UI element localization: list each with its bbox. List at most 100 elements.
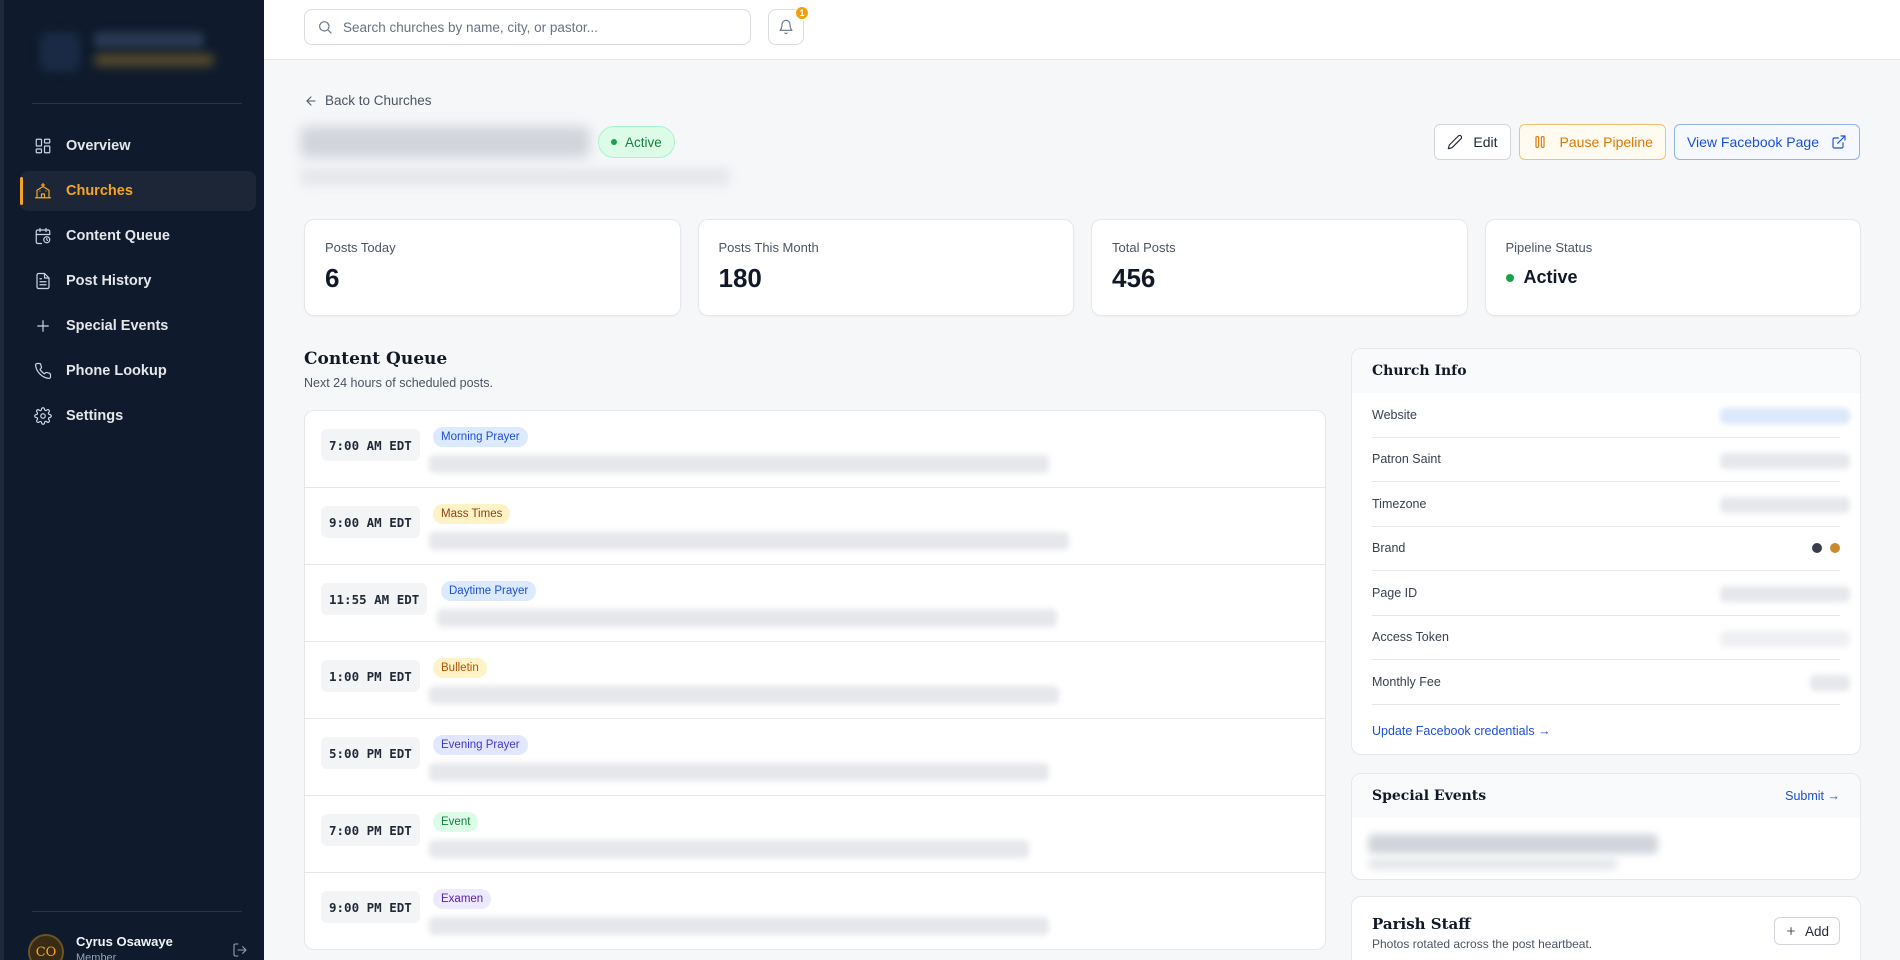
sidebar-item-overview[interactable]: Overview bbox=[20, 126, 256, 166]
document-icon bbox=[34, 272, 52, 290]
card-subtitle: Photos rotated across the post heartbeat… bbox=[1372, 937, 1593, 951]
queue-item[interactable]: 7:00 PM EDT Event bbox=[305, 796, 1325, 873]
user-profile[interactable]: CO Cyrus Osawaye Member bbox=[28, 930, 248, 960]
external-link-icon bbox=[1832, 135, 1846, 149]
stat-posts-today: Posts Today 6 bbox=[304, 219, 681, 316]
user-name: Cyrus Osawaye bbox=[76, 934, 173, 949]
info-label: Patron Saint bbox=[1372, 452, 1441, 467]
back-link[interactable]: Back to Churches bbox=[304, 93, 432, 108]
sidebar-item-settings[interactable]: Settings bbox=[20, 396, 256, 436]
info-label: Page ID bbox=[1372, 585, 1418, 600]
pause-icon bbox=[1534, 136, 1545, 148]
queue-item[interactable]: 11:55 AM EDT Daytime Prayer bbox=[305, 565, 1325, 642]
church-info-card: Church Info Website Patron Saint Timezon… bbox=[1351, 348, 1861, 755]
sidebar-item-label: Content Queue bbox=[66, 228, 170, 244]
event-subtext-redacted bbox=[1368, 858, 1618, 870]
content-queue-title: Content Queue bbox=[304, 349, 448, 369]
info-label: Monthly Fee bbox=[1372, 674, 1441, 689]
queue-tag: Morning Prayer bbox=[433, 427, 528, 447]
queue-time: 11:55 AM EDT bbox=[321, 583, 428, 615]
submit-link[interactable]: Submit → bbox=[1785, 789, 1840, 803]
search-input[interactable] bbox=[343, 19, 743, 35]
info-value-redacted bbox=[1720, 586, 1850, 602]
bell-icon bbox=[779, 19, 793, 35]
avatar: CO bbox=[28, 934, 64, 960]
queue-item[interactable]: 9:00 AM EDT Mass Times bbox=[305, 488, 1325, 565]
info-label: Access Token bbox=[1372, 630, 1449, 645]
church-icon bbox=[34, 182, 52, 200]
notifications-button[interactable]: 1 bbox=[768, 5, 810, 45]
plus-icon bbox=[34, 317, 52, 335]
app-logo[interactable] bbox=[40, 22, 220, 84]
sidebar-item-label: Special Events bbox=[66, 318, 169, 334]
event-text-redacted bbox=[1368, 834, 1658, 854]
stats-row: Posts Today 6 Posts This Month 180 Total… bbox=[304, 219, 1861, 316]
info-value-redacted bbox=[1720, 630, 1850, 647]
phone-icon bbox=[34, 362, 52, 380]
sidebar-item-label: Phone Lookup bbox=[66, 363, 167, 379]
pause-pipeline-button[interactable]: Pause Pipeline bbox=[1518, 124, 1666, 160]
sidebar-item-post-history[interactable]: Post History bbox=[20, 261, 256, 301]
queue-time: 1:00 PM EDT bbox=[321, 660, 420, 692]
queue-tag: Daytime Prayer bbox=[441, 581, 537, 601]
sidebar-item-special-events[interactable]: Special Events bbox=[20, 306, 256, 346]
edit-label: Edit bbox=[1473, 134, 1498, 150]
special-events-card: Special Events Submit → bbox=[1351, 773, 1861, 880]
parish-staff-card: Parish Staff Photos rotated across the p… bbox=[1351, 896, 1861, 960]
queue-item[interactable]: 7:00 AM EDT Morning Prayer bbox=[305, 411, 1325, 488]
logo-mark bbox=[40, 32, 80, 72]
arrow-left-icon bbox=[306, 95, 316, 106]
queue-text-redacted bbox=[429, 840, 1029, 858]
info-value-redacted bbox=[1720, 497, 1850, 513]
info-label: Website bbox=[1372, 407, 1417, 422]
church-name-redacted bbox=[300, 126, 590, 158]
sidebar-item-churches[interactable]: Churches bbox=[20, 171, 256, 211]
queue-item[interactable]: 9:00 PM EDT Examen bbox=[305, 873, 1325, 949]
stat-label: Total Posts bbox=[1112, 240, 1176, 255]
stat-value: 180 bbox=[718, 263, 762, 293]
stat-value: Active bbox=[1523, 267, 1578, 287]
queue-time: 9:00 PM EDT bbox=[321, 891, 420, 923]
status-dot bbox=[1505, 273, 1514, 282]
queue-text-redacted bbox=[429, 532, 1069, 550]
update-credentials-link[interactable]: Update Facebook credentials → bbox=[1352, 705, 1860, 755]
status-label: Active bbox=[625, 134, 662, 150]
card-header: Church Info bbox=[1352, 349, 1860, 393]
sidebar-item-phone-lookup[interactable]: Phone Lookup bbox=[20, 351, 256, 391]
pencil-icon bbox=[1448, 134, 1463, 150]
queue-tag: Evening Prayer bbox=[433, 735, 528, 755]
logo-subtext-blurred bbox=[94, 54, 214, 66]
queue-item[interactable]: 5:00 PM EDT Evening Prayer bbox=[305, 719, 1325, 796]
search-box[interactable] bbox=[304, 9, 751, 45]
queue-tag: Bulletin bbox=[433, 658, 487, 678]
queue-item[interactable]: 1:00 PM EDT Bulletin bbox=[305, 642, 1325, 719]
sidebar-divider bbox=[32, 103, 242, 104]
stat-label: Posts This Month bbox=[718, 240, 819, 255]
sidebar-item-content-queue[interactable]: Content Queue bbox=[20, 216, 256, 256]
info-label: Timezone bbox=[1372, 496, 1427, 511]
card-header: Special Events Submit → bbox=[1352, 774, 1860, 818]
stat-posts-month: Posts This Month 180 bbox=[697, 219, 1074, 316]
pause-label: Pause Pipeline bbox=[1559, 134, 1653, 150]
queue-tag: Event bbox=[433, 812, 479, 832]
queue-text-redacted bbox=[429, 763, 1049, 781]
page-actions: Edit Pause Pipeline View Facebook Page bbox=[1434, 124, 1860, 160]
back-label: Back to Churches bbox=[325, 93, 432, 108]
status-badge: Active bbox=[598, 126, 675, 158]
queue-text-redacted bbox=[429, 917, 1049, 935]
sidebar-item-label: Churches bbox=[66, 183, 133, 199]
queue-time: 9:00 AM EDT bbox=[321, 506, 420, 538]
add-staff-button[interactable]: Add bbox=[1773, 917, 1840, 945]
sidebar-item-label: Post History bbox=[66, 273, 152, 289]
sidebar-divider bbox=[32, 911, 242, 912]
gear-icon bbox=[34, 407, 52, 425]
church-address-redacted bbox=[300, 168, 730, 186]
queue-text-redacted bbox=[437, 609, 1057, 627]
status-dot bbox=[611, 139, 617, 145]
logout-icon[interactable] bbox=[232, 942, 248, 958]
queue-tag: Examen bbox=[433, 889, 492, 909]
edit-button[interactable]: Edit bbox=[1434, 124, 1511, 160]
view-facebook-button[interactable]: View Facebook Page bbox=[1673, 124, 1860, 160]
user-role: Member bbox=[76, 952, 117, 960]
brand-color-swatch bbox=[1812, 542, 1822, 553]
